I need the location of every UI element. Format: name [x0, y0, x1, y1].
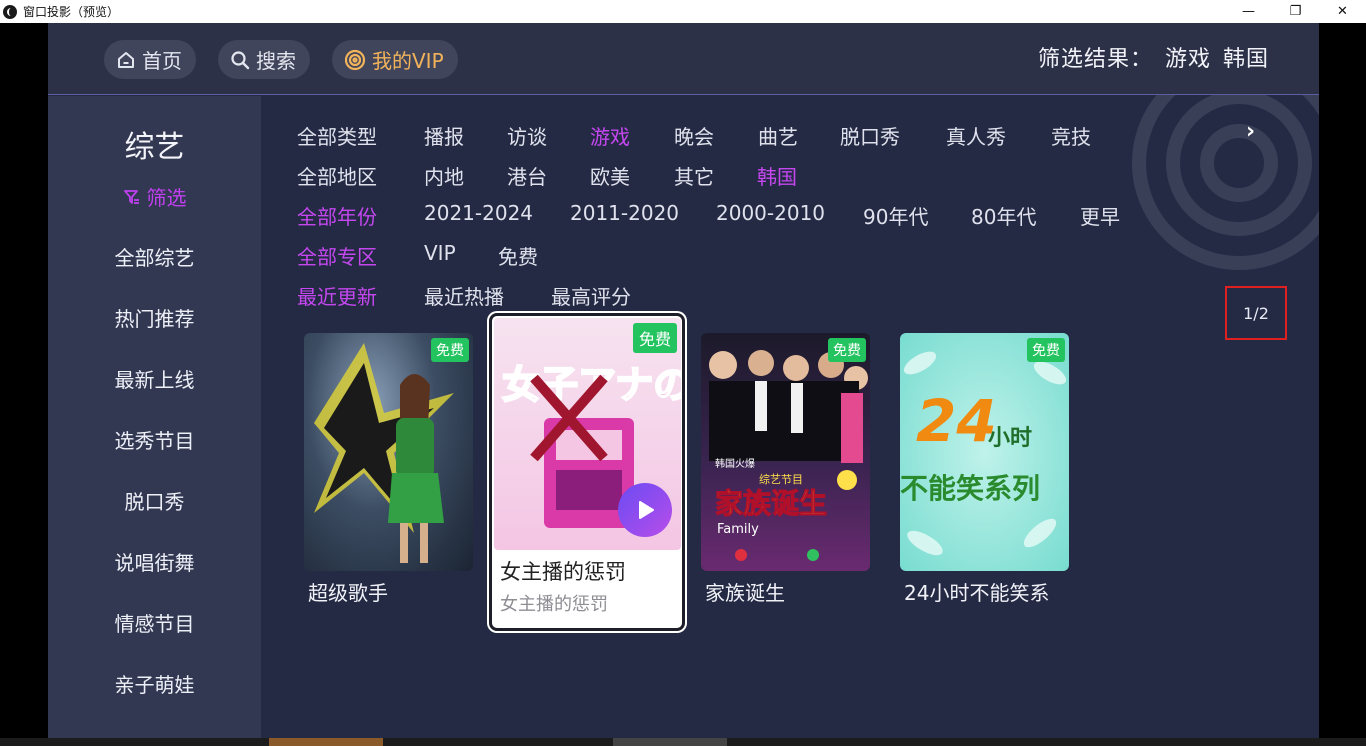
filter-result-value: 韩国 [1222, 47, 1269, 72]
search-label: 搜索 [256, 49, 296, 73]
card-title: 24小时不能笑系 [904, 581, 1050, 605]
card-subtitle: 女主播的惩罚 [500, 594, 608, 615]
sidebar-item[interactable]: 情感节目 [48, 608, 261, 637]
filter-option[interactable]: 访谈 [507, 121, 547, 150]
filter-option-selected[interactable]: 全部专区 [297, 241, 377, 270]
filter-option-selected[interactable]: 最近更新 [297, 281, 377, 310]
video-card-focused[interactable]: 女子アナの罰 免费 女主播的惩罚 女主播的惩罚 [489, 313, 685, 631]
home-label: 首页 [142, 49, 182, 73]
filter-option[interactable]: 更早 [1080, 201, 1120, 230]
category-title: 综艺 [124, 130, 185, 165]
app-window: 首页 搜索 我的VIP 筛选结果： 游戏 韩国 综艺 筛选 全部综艺 热门推荐 … [48, 23, 1319, 738]
free-badge: 免费 [828, 338, 866, 362]
filter-option[interactable]: 2021-2024 [424, 201, 533, 225]
sidebar-item[interactable]: 热门推荐 [48, 303, 261, 332]
filter-option-selected[interactable]: 韩国 [757, 161, 797, 190]
filter-option[interactable]: 最近热播 [424, 281, 504, 310]
window-title: 窗口投影（预览） [23, 5, 120, 19]
maximize-button[interactable]: ❐ [1272, 0, 1319, 23]
card-title: 超级歌手 [308, 581, 388, 605]
poster-text: 韩国火爆 [715, 457, 755, 470]
vip-label: 我的VIP [372, 49, 444, 73]
my-vip-button[interactable]: 我的VIP [332, 40, 458, 79]
filter-option[interactable]: 内地 [424, 161, 464, 190]
window-titlebar: 窗口投影（预览） — ❐ ✕ [0, 0, 1366, 23]
app-logo-icon [3, 4, 17, 19]
poster-text: 家族诞生 [715, 487, 827, 520]
free-badge: 免费 [632, 323, 677, 353]
filter-option[interactable]: VIP [424, 241, 456, 265]
home-button[interactable]: 首页 [104, 40, 196, 79]
filter-option[interactable]: 80年代 [971, 201, 1036, 230]
close-button[interactable]: ✕ [1319, 0, 1366, 23]
filter-option[interactable]: 真人秀 [946, 121, 1006, 150]
page-indicator: 1/2 [1225, 286, 1287, 340]
filter-option[interactable]: 免费 [498, 241, 538, 270]
poster-text: 不能笑系列 [900, 472, 1040, 505]
poster-text: 小时 [988, 426, 1032, 451]
filter-result-value: 游戏 [1164, 47, 1211, 72]
taskbar [0, 738, 1366, 746]
sidebar-filter-button[interactable]: 筛选 [48, 182, 261, 211]
minimize-button[interactable]: — [1225, 0, 1272, 23]
vip-swirl-icon [344, 49, 366, 70]
poster-text: 综艺节目 [759, 472, 803, 486]
filter-option[interactable]: 欧美 [590, 161, 630, 190]
filter-option[interactable]: 2011-2020 [570, 201, 679, 225]
poster-art [314, 343, 454, 563]
search-button[interactable]: 搜索 [218, 40, 310, 79]
sidebar-item[interactable]: 选秀节目 [48, 425, 261, 454]
card-title: 家族诞生 [705, 581, 785, 605]
filter-option[interactable]: 竞技 [1051, 121, 1091, 150]
filter-result: 筛选结果： 游戏 韩国 [1034, 41, 1269, 73]
poster-image: 免费 [304, 333, 473, 571]
filter-result-label: 筛选结果： [1037, 47, 1153, 72]
filter-option[interactable]: 晚会 [674, 121, 714, 150]
poster-image: 24 小时 不能笑系列 免费 [900, 333, 1069, 571]
sidebar-item[interactable]: 脱口秀 [48, 486, 261, 515]
taskbar-item[interactable] [613, 738, 727, 746]
filter-option-selected[interactable]: 游戏 [590, 121, 630, 150]
search-icon [231, 50, 250, 69]
filter-option[interactable]: 最高评分 [551, 281, 631, 310]
filter-icon [123, 189, 139, 204]
poster-art: 韩国火爆 综艺节目 家族诞生 Family [709, 350, 868, 561]
filter-option[interactable]: 全部类型 [297, 121, 377, 150]
taskbar-item[interactable] [269, 738, 383, 746]
poster-art: 24 小时 不能笑系列 [900, 351, 1067, 556]
filter-option[interactable]: 播报 [424, 121, 464, 150]
filter-option-selected[interactable]: 全部年份 [297, 201, 377, 230]
top-header: 首页 搜索 我的VIP 筛选结果： 游戏 韩国 [48, 23, 1319, 95]
sidebar-item[interactable]: 说唱街舞 [48, 547, 261, 576]
filter-option[interactable]: 脱口秀 [840, 121, 900, 150]
sidebar-item[interactable]: 亲子萌娃 [48, 669, 261, 698]
filter-option[interactable]: 90年代 [863, 201, 928, 230]
home-icon [118, 51, 134, 68]
sidebar-item[interactable]: 全部综艺 [48, 242, 261, 271]
poster-image: 韩国火爆 综艺节目 家族诞生 Family 免费 [701, 333, 870, 571]
chevron-right-icon[interactable]: › [1246, 119, 1255, 144]
free-badge: 免费 [431, 338, 469, 362]
play-icon [639, 501, 654, 519]
filter-option[interactable]: 港台 [507, 161, 547, 190]
filter-option[interactable]: 全部地区 [297, 161, 377, 190]
category-sidebar: 综艺 筛选 全部综艺 热门推荐 最新上线 选秀节目 脱口秀 说唱街舞 情感节目 … [48, 96, 261, 738]
window-controls: — ❐ ✕ [1225, 0, 1366, 23]
sidebar-filter-label: 筛选 [146, 186, 187, 210]
filter-option[interactable]: 曲艺 [758, 121, 798, 150]
filter-option[interactable]: 2000-2010 [716, 201, 825, 225]
poster-text: 24 [916, 387, 997, 455]
filter-option[interactable]: 其它 [674, 161, 714, 190]
free-badge: 免费 [1027, 338, 1065, 362]
sidebar-item[interactable]: 最新上线 [48, 364, 261, 393]
card-title: 女主播的惩罚 [500, 560, 626, 584]
poster-text: Family [717, 522, 759, 537]
play-button[interactable] [618, 483, 672, 537]
poster-image: 女子アナの罰 免费 [494, 318, 681, 550]
